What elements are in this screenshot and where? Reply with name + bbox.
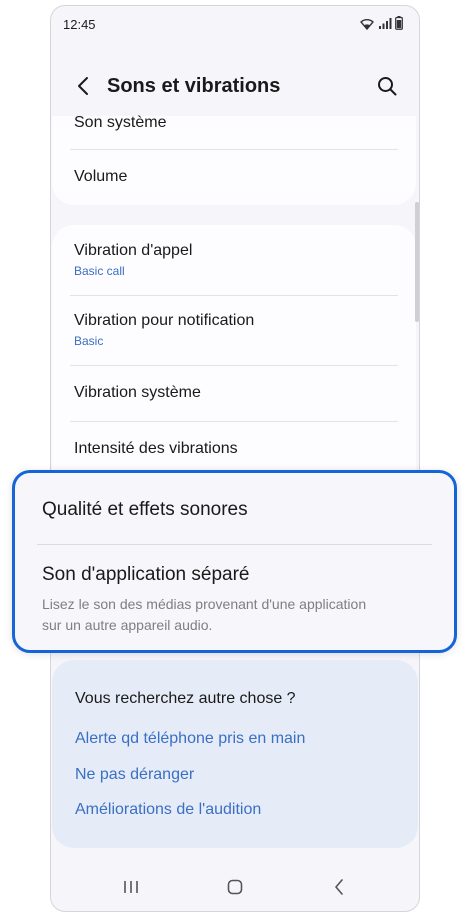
list-item-intensite-vibrations[interactable]: Intensité des vibrations <box>74 439 398 459</box>
item-description-line: Lisez le son des médias provenant d'une … <box>42 596 367 612</box>
home-button[interactable] <box>220 875 250 899</box>
recents-icon <box>124 881 138 893</box>
item-title: Vibration d'appel <box>74 242 193 259</box>
wifi-icon <box>359 17 375 35</box>
suggestion-link-ne-pas-deranger[interactable]: Ne pas déranger <box>75 766 194 784</box>
highlighted-sound-quality-card: Qualité et effets sonores Son d'applicat… <box>12 470 457 653</box>
search-button[interactable] <box>375 74 399 98</box>
chevron-left-icon <box>78 77 88 95</box>
search-icon <box>378 77 397 96</box>
divider <box>70 365 398 366</box>
divider <box>70 295 398 296</box>
list-item-vibration-systeme[interactable]: Vibration système <box>74 383 398 403</box>
divider <box>37 544 432 545</box>
status-icons <box>359 16 403 35</box>
header: Sons et vibrations <box>51 64 419 108</box>
item-title: Vibration système <box>74 384 201 401</box>
item-description-line: sur un autre appareil audio. <box>42 617 213 633</box>
list-item-son-application-separe[interactable]: Son d'application séparé Lisez le son de… <box>42 564 424 636</box>
item-title: Son d'application séparé <box>42 564 250 585</box>
item-subtitle: Basic call <box>74 264 125 278</box>
suggestions-card: Vous recherchez autre chose ? Alerte qd … <box>52 660 418 848</box>
page-title: Sons et vibrations <box>107 75 281 97</box>
section-sounds-card: Son système Volume <box>52 113 416 205</box>
list-item-vibration-appel[interactable]: Vibration d'appel Basic call <box>74 241 398 278</box>
item-title: Son système <box>74 114 167 131</box>
suggestions-title: Vous recherchez autre chose ? <box>75 690 296 707</box>
item-subtitle: Basic <box>74 334 104 348</box>
suggestion-link-ameliorations-audition[interactable]: Améliorations de l'audition <box>75 801 261 819</box>
suggestion-link-alerte[interactable]: Alerte qd téléphone pris en main <box>75 730 305 748</box>
divider <box>70 149 398 150</box>
nav-back-button[interactable] <box>324 875 354 899</box>
recents-button[interactable] <box>116 875 146 899</box>
item-title: Volume <box>74 168 128 185</box>
item-title: Intensité des vibrations <box>74 440 238 457</box>
nav-back-icon <box>335 879 343 895</box>
list-item-qualite-effets-sonores[interactable]: Qualité et effets sonores <box>42 499 424 521</box>
navigation-bar <box>51 861 419 911</box>
scrollbar[interactable] <box>415 202 419 322</box>
divider <box>70 421 398 422</box>
status-bar: 12:45 <box>51 6 419 44</box>
back-button[interactable] <box>71 74 95 98</box>
battery-icon <box>395 16 403 35</box>
phone-screen: 12:45 Sons et vibrations Son système Vol… <box>51 6 419 911</box>
status-time: 12:45 <box>63 17 96 32</box>
item-title: Vibration pour notification <box>74 312 255 329</box>
item-title: Qualité et effets sonores <box>42 499 248 520</box>
list-item-volume[interactable]: Volume <box>74 167 398 187</box>
signal-icon <box>378 17 392 35</box>
list-item-vibration-notification[interactable]: Vibration pour notification Basic <box>74 311 398 348</box>
home-icon <box>227 879 243 895</box>
section-vibrations-card: Vibration d'appel Basic call Vibration p… <box>52 225 416 495</box>
item-description: Lisez le son des médias provenant d'une … <box>42 594 424 636</box>
list-item-son-systeme[interactable]: Son système <box>74 113 398 133</box>
